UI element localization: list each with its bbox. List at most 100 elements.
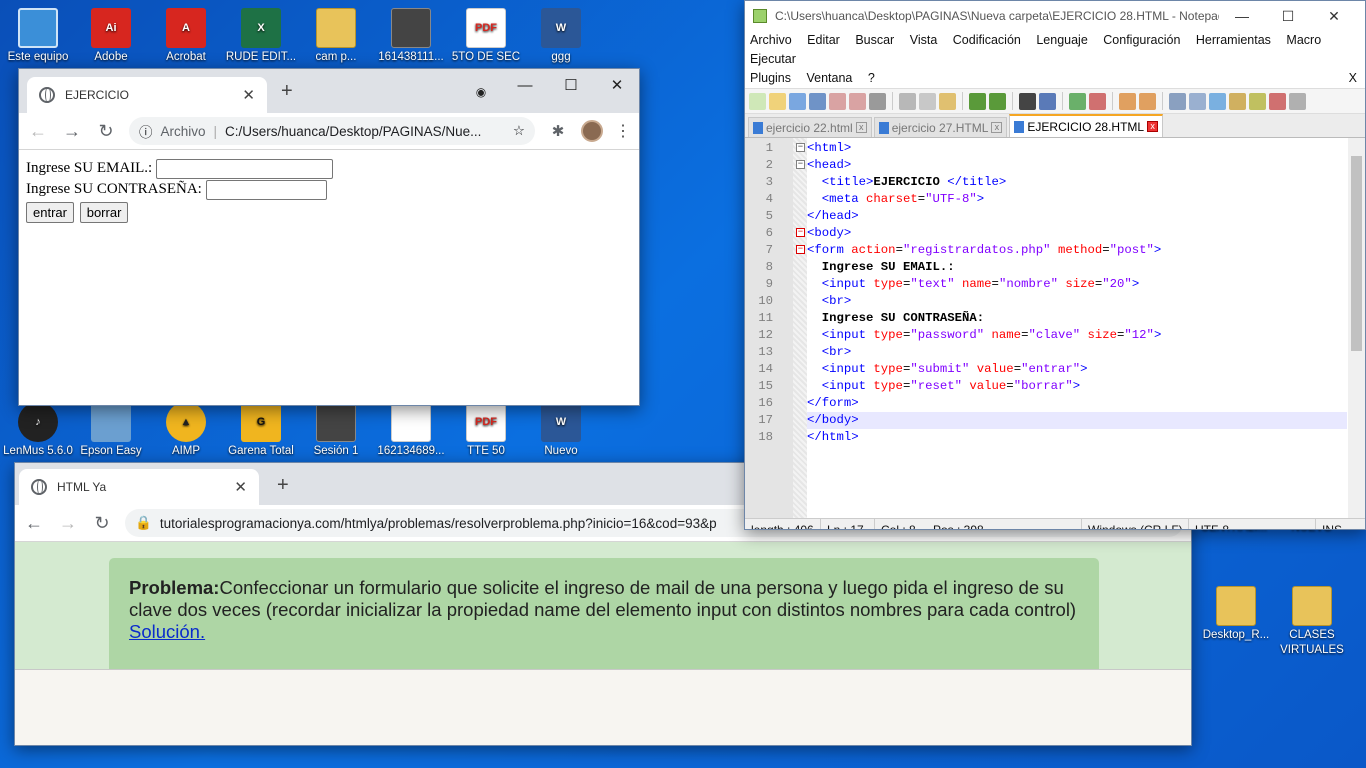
desktop-icon-lenmus[interactable]: ♪ LenMus 5.6.0 — [0, 402, 76, 459]
save-all-icon[interactable] — [809, 92, 826, 110]
save-icon[interactable] — [789, 92, 806, 110]
replace-icon[interactable] — [1039, 92, 1056, 110]
desktop-icon-garena[interactable]: G Garena Total — [223, 402, 299, 459]
copy-icon[interactable] — [919, 92, 936, 110]
function-list-icon[interactable] — [1249, 92, 1266, 110]
forward-icon[interactable]: → — [57, 513, 79, 534]
undo-icon[interactable] — [969, 92, 986, 110]
forward-icon[interactable]: → — [61, 121, 83, 142]
solution-link[interactable]: Solución. — [129, 621, 1079, 643]
desktop-icon-cam[interactable]: cam p... — [298, 8, 374, 65]
menu-vista[interactable]: Vista — [910, 33, 938, 47]
fold-toggle-icon[interactable]: − — [796, 160, 805, 169]
close-tab-icon[interactable]: ✕ — [234, 478, 247, 496]
minimize-button[interactable]: — — [1219, 8, 1265, 24]
menu-ejecutar[interactable]: Ejecutar — [750, 52, 796, 66]
desktop-icon-tte-50[interactable]: PDF TTE 50 — [448, 402, 524, 459]
reload-icon[interactable]: ↻ — [91, 513, 113, 534]
doc-tab-ejercicio-28[interactable]: EJERCICIO 28.HTML x — [1009, 114, 1164, 137]
menu-plugins[interactable]: Plugins — [750, 71, 791, 85]
fold-toggle-icon[interactable]: − — [796, 228, 805, 237]
menu-ventana[interactable]: Ventana — [806, 71, 852, 85]
paste-icon[interactable] — [939, 92, 956, 110]
scrollbar-thumb[interactable] — [1351, 156, 1362, 351]
fold-toggle-icon[interactable]: − — [796, 245, 805, 254]
vertical-scrollbar[interactable] — [1348, 138, 1365, 518]
desktop-icon-ggg[interactable]: W ggg — [523, 8, 599, 65]
desktop-icon-este-equipo[interactable]: Este equipo — [0, 8, 76, 65]
menu-codificacion[interactable]: Codificación — [953, 33, 1021, 47]
close-tab-icon[interactable]: ✕ — [242, 86, 255, 104]
reset-button[interactable]: borrar — [79, 202, 129, 223]
desktop-icon-5to-de-sec[interactable]: PDF 5TO DE SEC — [448, 8, 524, 65]
menu-lenguaje[interactable]: Lenguaje — [1036, 33, 1087, 47]
reload-icon[interactable]: ↻ — [95, 121, 117, 142]
close-all-icon[interactable] — [849, 92, 866, 110]
email-input[interactable] — [155, 158, 333, 179]
show-all-chars-icon[interactable] — [1189, 92, 1206, 110]
desktop-icon-aimp[interactable]: ▲ AIMP — [148, 402, 224, 459]
address-bar[interactable]: ⓘ Archivo | C:/Users/huanca/Desktop/PAGI… — [129, 117, 535, 145]
redo-icon[interactable] — [989, 92, 1006, 110]
close-document-button[interactable]: X — [1349, 69, 1357, 88]
print-icon[interactable] — [869, 92, 886, 110]
desktop-icon-epson-easy[interactable]: Epson Easy — [73, 402, 149, 459]
new-file-icon[interactable] — [749, 92, 766, 110]
menu-icon[interactable]: ⋮ — [615, 121, 631, 141]
desktop-icon-sesion-1[interactable]: Sesión 1 — [298, 402, 374, 459]
desktop-icon-desktop-r[interactable]: Desktop_R... — [1198, 586, 1274, 643]
doc-tab-ejercicio-22[interactable]: ejercicio 22.html x — [748, 117, 872, 137]
close-window-button[interactable]: ✕ — [595, 73, 639, 99]
desktop-icon-adobe[interactable]: Ai Adobe — [73, 8, 149, 65]
doc-map-icon[interactable] — [1229, 92, 1246, 110]
desktop-icon-162134689[interactable]: 162134689... — [373, 402, 449, 459]
fold-toggle-icon[interactable]: − — [796, 143, 805, 152]
macro-record-icon[interactable] — [1269, 92, 1286, 110]
extensions-icon[interactable]: ✱ — [547, 122, 569, 140]
word-wrap-icon[interactable] — [1169, 92, 1186, 110]
desktop-icon-clases-virtuales[interactable]: CLASES VIRTUALES — [1274, 586, 1350, 658]
close-window-button[interactable]: ✕ — [1311, 8, 1357, 25]
close-file-icon[interactable] — [829, 92, 846, 110]
tab-html-ya[interactable]: HTML Ya ✕ — [19, 469, 259, 505]
cut-icon[interactable] — [899, 92, 916, 110]
tab-ejercicio[interactable]: EJERCICIO ✕ — [27, 77, 267, 113]
doc-tab-ejercicio-27[interactable]: ejercicio 27.HTML x — [873, 117, 1008, 137]
minimize-button[interactable]: — — [503, 73, 547, 99]
tab-search-icon[interactable]: ◉ — [459, 79, 503, 105]
menu-buscar[interactable]: Buscar — [855, 33, 894, 47]
find-icon[interactable] — [1019, 92, 1036, 110]
close-tab-icon[interactable]: x — [991, 122, 1003, 133]
desktop-icon-rude-edit[interactable]: X RUDE EDIT... — [223, 8, 299, 65]
zoom-out-icon[interactable] — [1089, 92, 1106, 110]
code-line: </form> — [807, 396, 859, 410]
avatar[interactable] — [581, 120, 603, 142]
desktop-icon-acrobat[interactable]: A Acrobat — [148, 8, 224, 65]
menu-editar[interactable]: Editar — [807, 33, 840, 47]
sync-h-icon[interactable] — [1139, 92, 1156, 110]
new-tab-button[interactable]: + — [281, 81, 293, 101]
menu-archivo[interactable]: Archivo — [750, 33, 792, 47]
zoom-in-icon[interactable] — [1069, 92, 1086, 110]
bookmark-star-icon[interactable]: ☆ — [513, 123, 525, 139]
back-icon[interactable]: ← — [23, 513, 45, 534]
back-icon[interactable]: ← — [27, 121, 49, 142]
code-editor[interactable]: 1 2 3 4 5 6 7 8 9 10 11 12 13 14 15 16 17 18 − − − − <htm… — [745, 138, 1365, 518]
maximize-button[interactable]: ☐ — [1265, 8, 1311, 25]
close-tab-icon[interactable]: x — [1147, 121, 1159, 132]
indent-guide-icon[interactable] — [1209, 92, 1226, 110]
new-tab-button[interactable]: + — [277, 475, 289, 495]
menu-configuracion[interactable]: Configuración — [1103, 33, 1180, 47]
maximize-button[interactable]: ☐ — [549, 73, 593, 99]
desktop-icon-161438111[interactable]: 161438111... — [373, 8, 449, 65]
menu-herramientas[interactable]: Herramientas — [1196, 33, 1271, 47]
open-file-icon[interactable] — [769, 92, 786, 110]
menu-help[interactable]: ? — [868, 71, 875, 85]
close-tab-icon[interactable]: x — [855, 122, 867, 133]
submit-button[interactable]: entrar — [26, 202, 74, 223]
desktop-icon-nuevo-word[interactable]: W Nuevo — [523, 402, 599, 459]
macro-stop-icon[interactable] — [1289, 92, 1306, 110]
password-input[interactable] — [205, 179, 327, 200]
menu-macro[interactable]: Macro — [1286, 33, 1321, 47]
sync-v-icon[interactable] — [1119, 92, 1136, 110]
